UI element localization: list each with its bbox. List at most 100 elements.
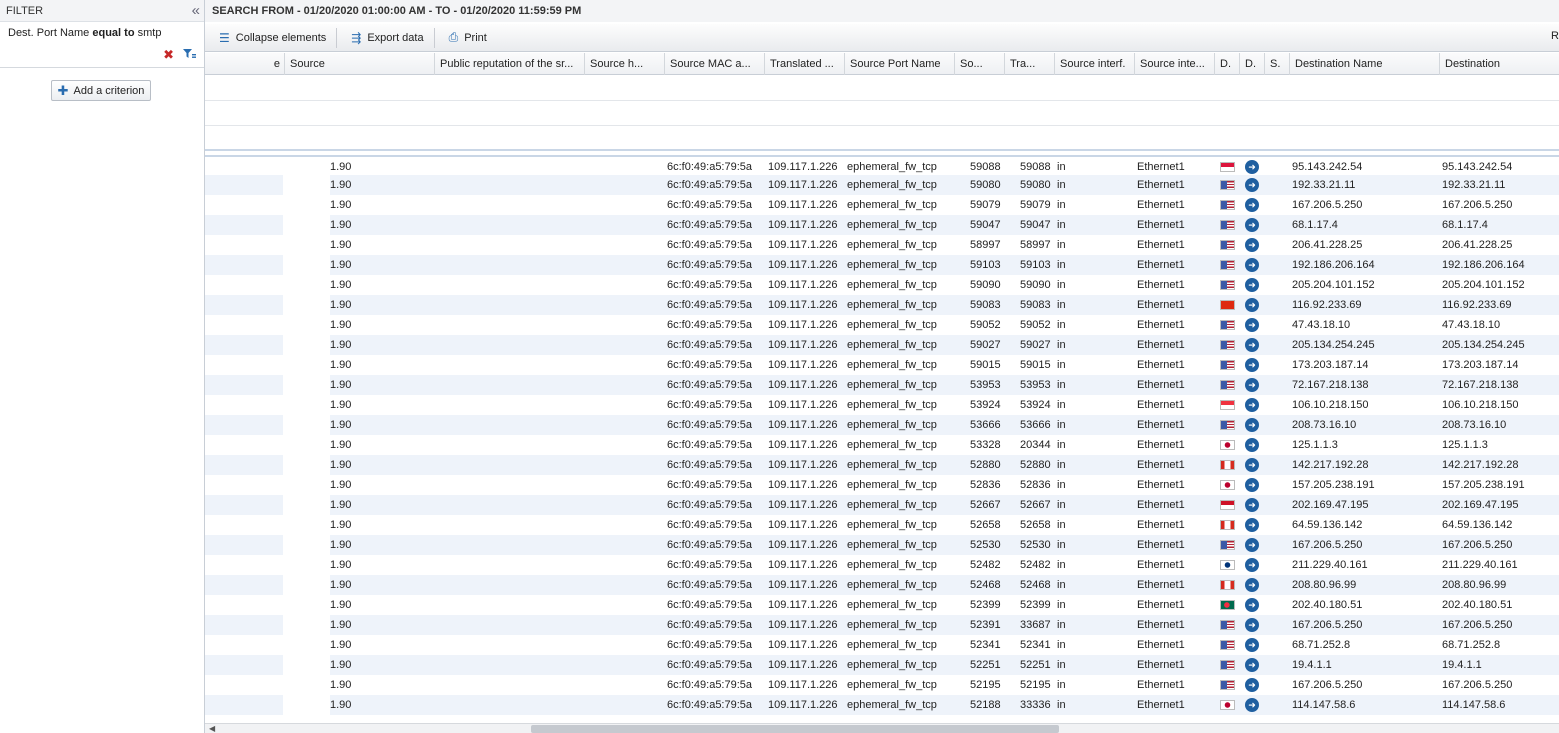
- table-row[interactable]: 1.90 6c:f0:49:a5:79:5a 109.117.1.226 epheme…: [205, 655, 1559, 675]
- table-row[interactable]: 1.90 6c:f0:49:a5:79:5a 109.117.1.226 epheme…: [205, 675, 1559, 695]
- table-row[interactable]: 1.90 6c:f0:49:a5:79:5a 109.117.1.226 epheme…: [205, 275, 1559, 295]
- column-header[interactable]: Tra...: [1005, 53, 1055, 75]
- plus-icon: ✚: [57, 83, 69, 98]
- table-row[interactable]: 1.90 6c:f0:49:a5:79:5a 109.117.1.226 epheme…: [205, 435, 1559, 455]
- cell-source: 1.90: [330, 299, 352, 311]
- export-data-button[interactable]: ⇶ Export data: [337, 27, 435, 48]
- column-header[interactable]: Source interf.: [1055, 53, 1135, 75]
- cell-translated-port: 52468: [1020, 579, 1051, 591]
- table-row[interactable]: 1.90 6c:f0:49:a5:79:5a 109.117.1.226 epheme…: [205, 535, 1559, 555]
- direction-arrow-icon: ➜: [1245, 618, 1259, 632]
- table-row[interactable]: 1.90 6c:f0:49:a5:79:5a 109.117.1.226 epheme…: [205, 375, 1559, 395]
- cell-direction: in: [1057, 679, 1066, 691]
- add-criterion-button[interactable]: ✚ Add a criterion: [51, 80, 151, 101]
- table-row[interactable]: 1.90 6c:f0:49:a5:79:5a 109.117.1.226 epheme…: [205, 475, 1559, 495]
- direction-arrow-icon: ➜: [1245, 458, 1259, 472]
- table-row[interactable]: 1.90 6c:f0:49:a5:79:5a 109.117.1.226 epheme…: [205, 215, 1559, 235]
- cell-destination: 167.206.5.250: [1442, 679, 1513, 691]
- cell-source-port-name: ephemeral_fw_tcp: [847, 179, 937, 191]
- scrollbar-thumb[interactable]: [531, 725, 1059, 733]
- cell-source: 1.90: [330, 319, 352, 331]
- cell-source-port-name: ephemeral_fw_tcp: [847, 639, 937, 651]
- cell-source-port-name: ephemeral_fw_tcp: [847, 359, 937, 371]
- cell-interface: Ethernet1: [1137, 679, 1185, 691]
- scroll-left-icon[interactable]: ◀: [209, 724, 215, 733]
- cell-translated-port: 59079: [1020, 199, 1051, 211]
- table-row[interactable]: 1.90 6c:f0:49:a5:79:5a 109.117.1.226 epheme…: [205, 595, 1559, 615]
- column-header[interactable]: Source Port Name: [845, 53, 955, 75]
- direction-arrow-icon: ➜: [1245, 318, 1259, 332]
- table-row[interactable]: 1.90 6c:f0:49:a5:79:5a 109.117.1.226 epheme…: [205, 295, 1559, 315]
- country-flag-icon: [1220, 300, 1235, 310]
- direction-arrow-icon: ➜: [1245, 378, 1259, 392]
- cell-source-port-name: ephemeral_fw_tcp: [847, 379, 937, 391]
- cell-destination: 205.204.101.152: [1442, 279, 1525, 291]
- cell-source: 1.90: [330, 579, 352, 591]
- cell-direction: in: [1057, 699, 1066, 711]
- cell-translated: 109.117.1.226: [768, 179, 838, 191]
- print-button[interactable]: ⎙ Print: [435, 28, 497, 48]
- cell-source-mac: 6c:f0:49:a5:79:5a: [667, 419, 753, 431]
- cell-source-port: 58997: [970, 239, 1001, 251]
- grouping-row: [205, 126, 1559, 151]
- collapse-elements-button[interactable]: ☰ Collapse elements: [205, 27, 338, 48]
- table-row[interactable]: 1.90 6c:f0:49:a5:79:5a 109.117.1.226 epheme…: [205, 495, 1559, 515]
- column-header[interactable]: e: [205, 53, 285, 75]
- table-row[interactable]: 1.90 6c:f0:49:a5:79:5a 109.117.1.226 epheme…: [205, 515, 1559, 535]
- cell-translated-port: 52341: [1020, 639, 1051, 651]
- table-row[interactable]: 1.90 6c:f0:49:a5:79:5a 109.117.1.226 epheme…: [205, 455, 1559, 475]
- horizontal-scrollbar[interactable]: ◀: [205, 723, 1559, 733]
- cell-source-port-name: ephemeral_fw_tcp: [847, 499, 937, 511]
- table-row[interactable]: 1.90 6c:f0:49:a5:79:5a 109.117.1.226 epheme…: [205, 315, 1559, 335]
- column-header[interactable]: So...: [955, 53, 1005, 75]
- table-row[interactable]: 1.90 6c:f0:49:a5:79:5a 109.117.1.226 epheme…: [205, 695, 1559, 715]
- table-row[interactable]: 1.90 6c:f0:49:a5:79:5a 109.117.1.226 epheme…: [205, 175, 1559, 195]
- column-header[interactable]: Public reputation of the sr...: [435, 53, 585, 75]
- cell-source-port: 59103: [970, 259, 1001, 271]
- table-row[interactable]: 1.90 6c:f0:49:a5:79:5a 109.117.1.226 epheme…: [205, 555, 1559, 575]
- column-header[interactable]: D.: [1240, 53, 1265, 75]
- column-header[interactable]: D.: [1215, 53, 1240, 75]
- cell-source: 1.90: [330, 639, 352, 651]
- column-header[interactable]: Source MAC a...: [665, 53, 765, 75]
- table-row[interactable]: 1.90 6c:f0:49:a5:79:5a 109.117.1.226 epheme…: [205, 195, 1559, 215]
- cell-blank: [283, 635, 330, 655]
- column-header[interactable]: Source: [285, 53, 435, 75]
- table-row[interactable]: 1.90 6c:f0:49:a5:79:5a 109.117.1.226 epheme…: [205, 415, 1559, 435]
- cell-destination-name: 167.206.5.250: [1292, 619, 1363, 631]
- cell-source-mac: 6c:f0:49:a5:79:5a: [667, 539, 753, 551]
- table-row[interactable]: 1.90 6c:f0:49:a5:79:5a 109.117.1.226 epheme…: [205, 255, 1559, 275]
- edit-filter-icon[interactable]: [182, 48, 196, 63]
- column-header[interactable]: Source h...: [585, 53, 665, 75]
- table-row[interactable]: 1.90 6c:f0:49:a5:79:5a 109.117.1.226 epheme…: [205, 335, 1559, 355]
- cell-interface: Ethernet1: [1137, 161, 1185, 173]
- remove-criterion-icon[interactable]: ✖: [163, 47, 174, 63]
- cell-source: 1.90: [330, 539, 352, 551]
- direction-arrow-icon: ➜: [1245, 298, 1259, 312]
- cell-interface: Ethernet1: [1137, 659, 1185, 671]
- table-row[interactable]: 1.90 6c:f0:49:a5:79:5a 109.117.1.226 epheme…: [205, 395, 1559, 415]
- table-row[interactable]: 1.90 6c:f0:49:a5:79:5a 109.117.1.226 epheme…: [205, 615, 1559, 635]
- column-header[interactable]: Source inte...: [1135, 53, 1215, 75]
- column-header[interactable]: Destination Name: [1290, 53, 1440, 75]
- table-row[interactable]: 1.90 6c:f0:49:a5:79:5a 109.117.1.226 epheme…: [205, 355, 1559, 375]
- collapse-panel-icon[interactable]: «: [192, 1, 200, 21]
- table-row[interactable]: 1.90 6c:f0:49:a5:79:5a 109.117.1.226 epheme…: [205, 575, 1559, 595]
- cell-destination-name: 205.204.101.152: [1292, 279, 1375, 291]
- cell-translated: 109.117.1.226: [768, 679, 838, 691]
- cell-source-port: 52667: [970, 499, 1001, 511]
- cell-translated-port: 59090: [1020, 279, 1051, 291]
- table-row[interactable]: 1.90 6c:f0:49:a5:79:5a 109.117.1.226 epheme…: [205, 155, 1559, 177]
- direction-arrow-icon: ➜: [1245, 478, 1259, 492]
- cell-blank: [283, 235, 330, 255]
- cell-translated-port: 52399: [1020, 599, 1051, 611]
- table-row[interactable]: 1.90 6c:f0:49:a5:79:5a 109.117.1.226 epheme…: [205, 635, 1559, 655]
- toolbar-right-label[interactable]: R: [1551, 30, 1559, 42]
- filter-header: FILTER «: [0, 0, 204, 22]
- cell-destination: 142.217.192.28: [1442, 459, 1519, 471]
- column-header[interactable]: Destination: [1440, 53, 1559, 75]
- column-header[interactable]: S.: [1265, 53, 1290, 75]
- cell-translated-port: 52880: [1020, 459, 1051, 471]
- table-row[interactable]: 1.90 6c:f0:49:a5:79:5a 109.117.1.226 epheme…: [205, 235, 1559, 255]
- column-header[interactable]: Translated ...: [765, 53, 845, 75]
